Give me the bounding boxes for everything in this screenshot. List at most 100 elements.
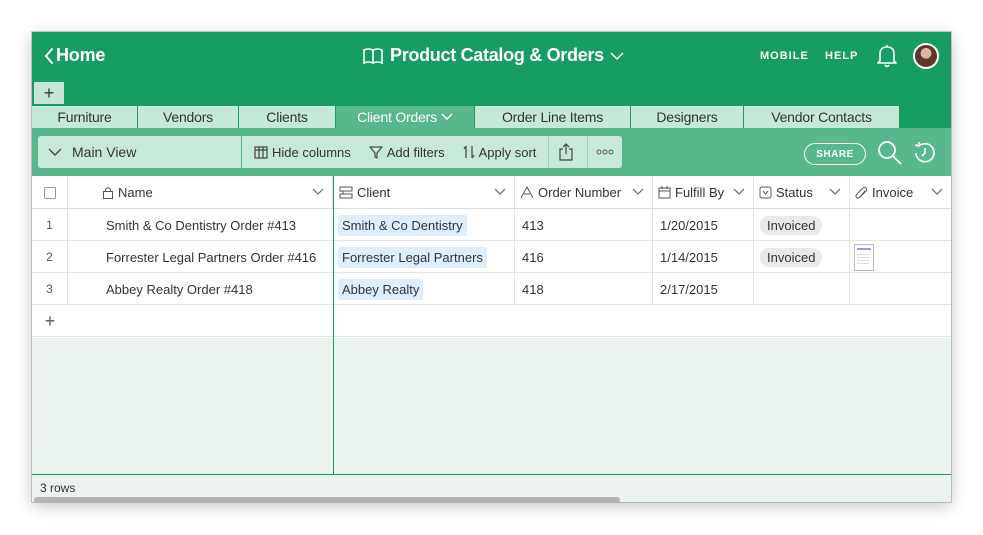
client-link-pill[interactable]: Abbey Realty [338,278,424,300]
client-cell[interactable]: Abbey Realty [334,273,515,305]
frozen-column-divider [333,176,334,502]
base-title-dropdown[interactable]: Product Catalog & Orders [362,45,624,66]
invoice-attachment-thumbnail[interactable] [854,243,874,271]
add-record-button[interactable]: + [32,305,68,337]
fulfill-by-cell[interactable]: 1/20/2015 [653,209,754,241]
text-field-icon [520,186,534,199]
paperclip-icon [855,186,868,199]
name-cell[interactable]: Abbey Realty Order #418 [68,273,334,305]
order-number-cell[interactable]: 413 [515,209,653,241]
add-table-button[interactable]: + [34,82,64,104]
chevron-down-icon [733,188,745,195]
history-icon [914,142,935,163]
order-number-cell[interactable]: 416 [515,241,653,273]
tab-furniture[interactable]: Furniture [32,106,138,128]
column-header-order-number[interactable]: Order Number [515,176,653,209]
order-number-cell[interactable]: 418 [515,273,653,305]
columns-icon [254,145,268,159]
tab-designers[interactable]: Designers [631,106,744,128]
status-badge: Invoiced [760,215,823,235]
horizontal-scrollbar[interactable] [34,497,620,502]
search-icon [878,141,902,165]
client-link-pill[interactable]: Smith & Co Dentistry [338,214,467,236]
table-row[interactable]: 2 Forrester Legal Partners Order #416 Fo… [32,241,951,273]
chevron-left-icon [44,47,53,64]
status-cell[interactable]: Invoiced [754,209,850,241]
client-cell[interactable]: Smith & Co Dentistry [334,209,515,241]
search-button[interactable] [877,140,903,171]
chevron-down-icon [441,113,453,120]
invoice-cell[interactable] [850,209,951,241]
home-back-button[interactable]: Home [44,45,105,66]
single-select-icon [759,186,772,199]
view-switcher[interactable]: Main View [38,136,241,168]
app-window: Home Product Catalog & Orders MOBILE HEL… [32,32,951,502]
user-avatar[interactable] [913,43,939,69]
select-all-checkbox[interactable] [43,186,56,199]
lock-icon [103,187,113,199]
column-header-fulfill-by[interactable]: Fulfill By [653,176,754,209]
table-row[interactable]: 3 Abbey Realty Order #418 Abbey Realty 4… [32,273,951,305]
view-actions: Hide columns Add filters Apply sort [242,136,622,168]
status-badge: Invoiced [760,247,823,267]
invoice-cell[interactable] [850,273,951,305]
column-header-row: Name Client Order Number Fulfill By Stat [32,176,951,209]
name-cell[interactable]: Forrester Legal Partners Order #416 [68,241,334,273]
help-link[interactable]: HELP [825,50,858,62]
export-button[interactable] [559,136,577,168]
row-number: 1 [32,209,68,241]
apply-sort-button[interactable]: Apply sort [463,136,536,168]
column-header-invoice[interactable]: Invoice [850,176,951,209]
sort-icon [463,145,475,159]
tab-order-line-items[interactable]: Order Line Items [475,106,631,128]
history-button[interactable] [912,140,938,171]
client-link-pill[interactable]: Forrester Legal Partners [338,246,487,268]
grid-footer: 3 rows [32,474,951,502]
table-tab-bar: + Furniture Vendors Clients Client Order… [32,80,951,128]
add-record-row: + [32,305,951,337]
tab-vendors[interactable]: Vendors [138,106,239,128]
chevron-down-icon [632,188,644,195]
filter-icon [369,145,383,159]
calendar-icon [658,186,671,199]
base-title: Product Catalog & Orders [390,45,604,65]
table-row[interactable]: 1 Smith & Co Dentistry Order #413 Smith … [32,209,951,241]
tab-clients[interactable]: Clients [239,106,336,128]
table-tabs: Furniture Vendors Clients Client Orders … [32,106,900,128]
chevron-down-icon [931,188,943,195]
tab-vendor-contacts[interactable]: Vendor Contacts [744,106,900,128]
book-icon [363,47,383,64]
bell-icon [877,45,897,68]
status-cell[interactable]: Invoiced [754,241,850,273]
name-cell[interactable]: Smith & Co Dentistry Order #413 [68,209,334,241]
chevron-down-icon [312,188,324,195]
mobile-link[interactable]: MOBILE [760,50,809,62]
column-header-status[interactable]: Status [754,176,850,209]
row-number: 3 [32,273,68,305]
home-label: Home [56,45,106,65]
toolbar-divider [587,136,589,168]
chevron-down-icon [48,148,62,156]
share-upload-icon [559,143,573,161]
row-count: 3 rows [40,481,76,495]
column-header-name[interactable]: Name [68,176,333,209]
hide-columns-button[interactable]: Hide columns [254,136,351,168]
fulfill-by-cell[interactable]: 1/14/2015 [653,241,754,273]
select-all-checkbox-cell[interactable] [32,176,68,209]
grid-empty-area [32,338,951,474]
tab-client-orders[interactable]: Client Orders [336,106,475,128]
records-grid: Name Client Order Number Fulfill By Stat [32,176,951,502]
notifications-button[interactable] [875,43,899,74]
add-filters-button[interactable]: Add filters [369,136,445,168]
toolbar-divider [548,136,550,168]
chevron-down-icon [829,188,841,195]
more-dots-icon [596,149,614,155]
fulfill-by-cell[interactable]: 2/17/2015 [653,273,754,305]
chevron-down-icon [610,51,624,60]
share-button[interactable]: SHARE [804,143,866,165]
invoice-cell[interactable] [850,241,951,273]
column-header-client[interactable]: Client [334,176,515,209]
status-cell[interactable] [754,273,850,305]
more-options-button[interactable] [596,136,618,168]
client-cell[interactable]: Forrester Legal Partners [334,241,515,273]
